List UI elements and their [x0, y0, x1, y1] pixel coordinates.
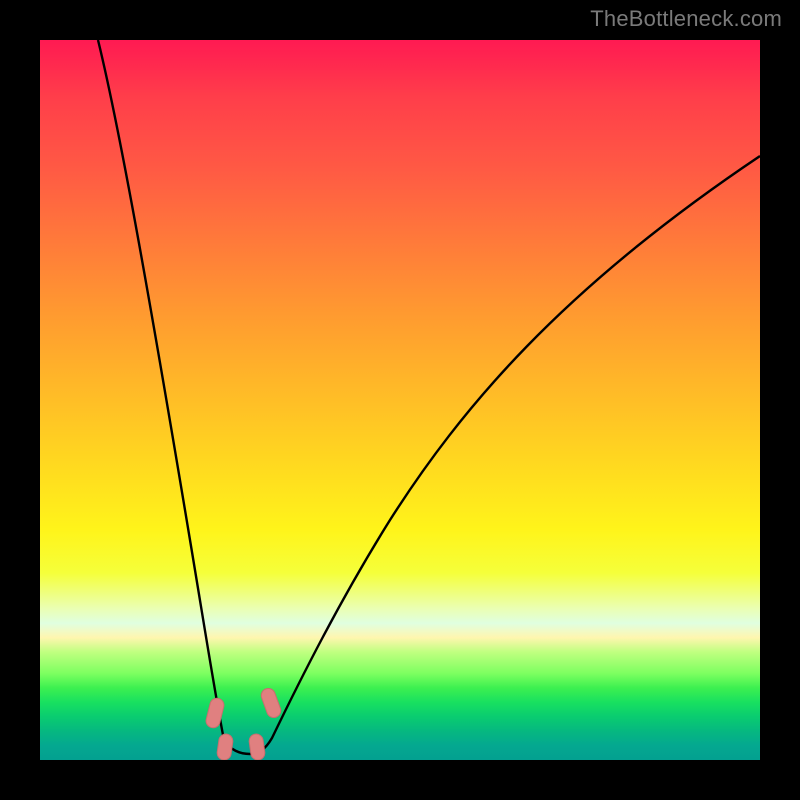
left-base-marker: [216, 733, 233, 760]
chart-svg: [40, 40, 760, 760]
outer-frame: TheBottleneck.com: [0, 0, 800, 800]
bottleneck-curve: [98, 40, 760, 754]
watermark-text: TheBottleneck.com: [590, 6, 782, 32]
plot-area: [40, 40, 760, 760]
left-bracket-marker: [205, 697, 226, 729]
right-base-marker: [248, 733, 265, 760]
right-bracket-marker: [259, 687, 282, 720]
